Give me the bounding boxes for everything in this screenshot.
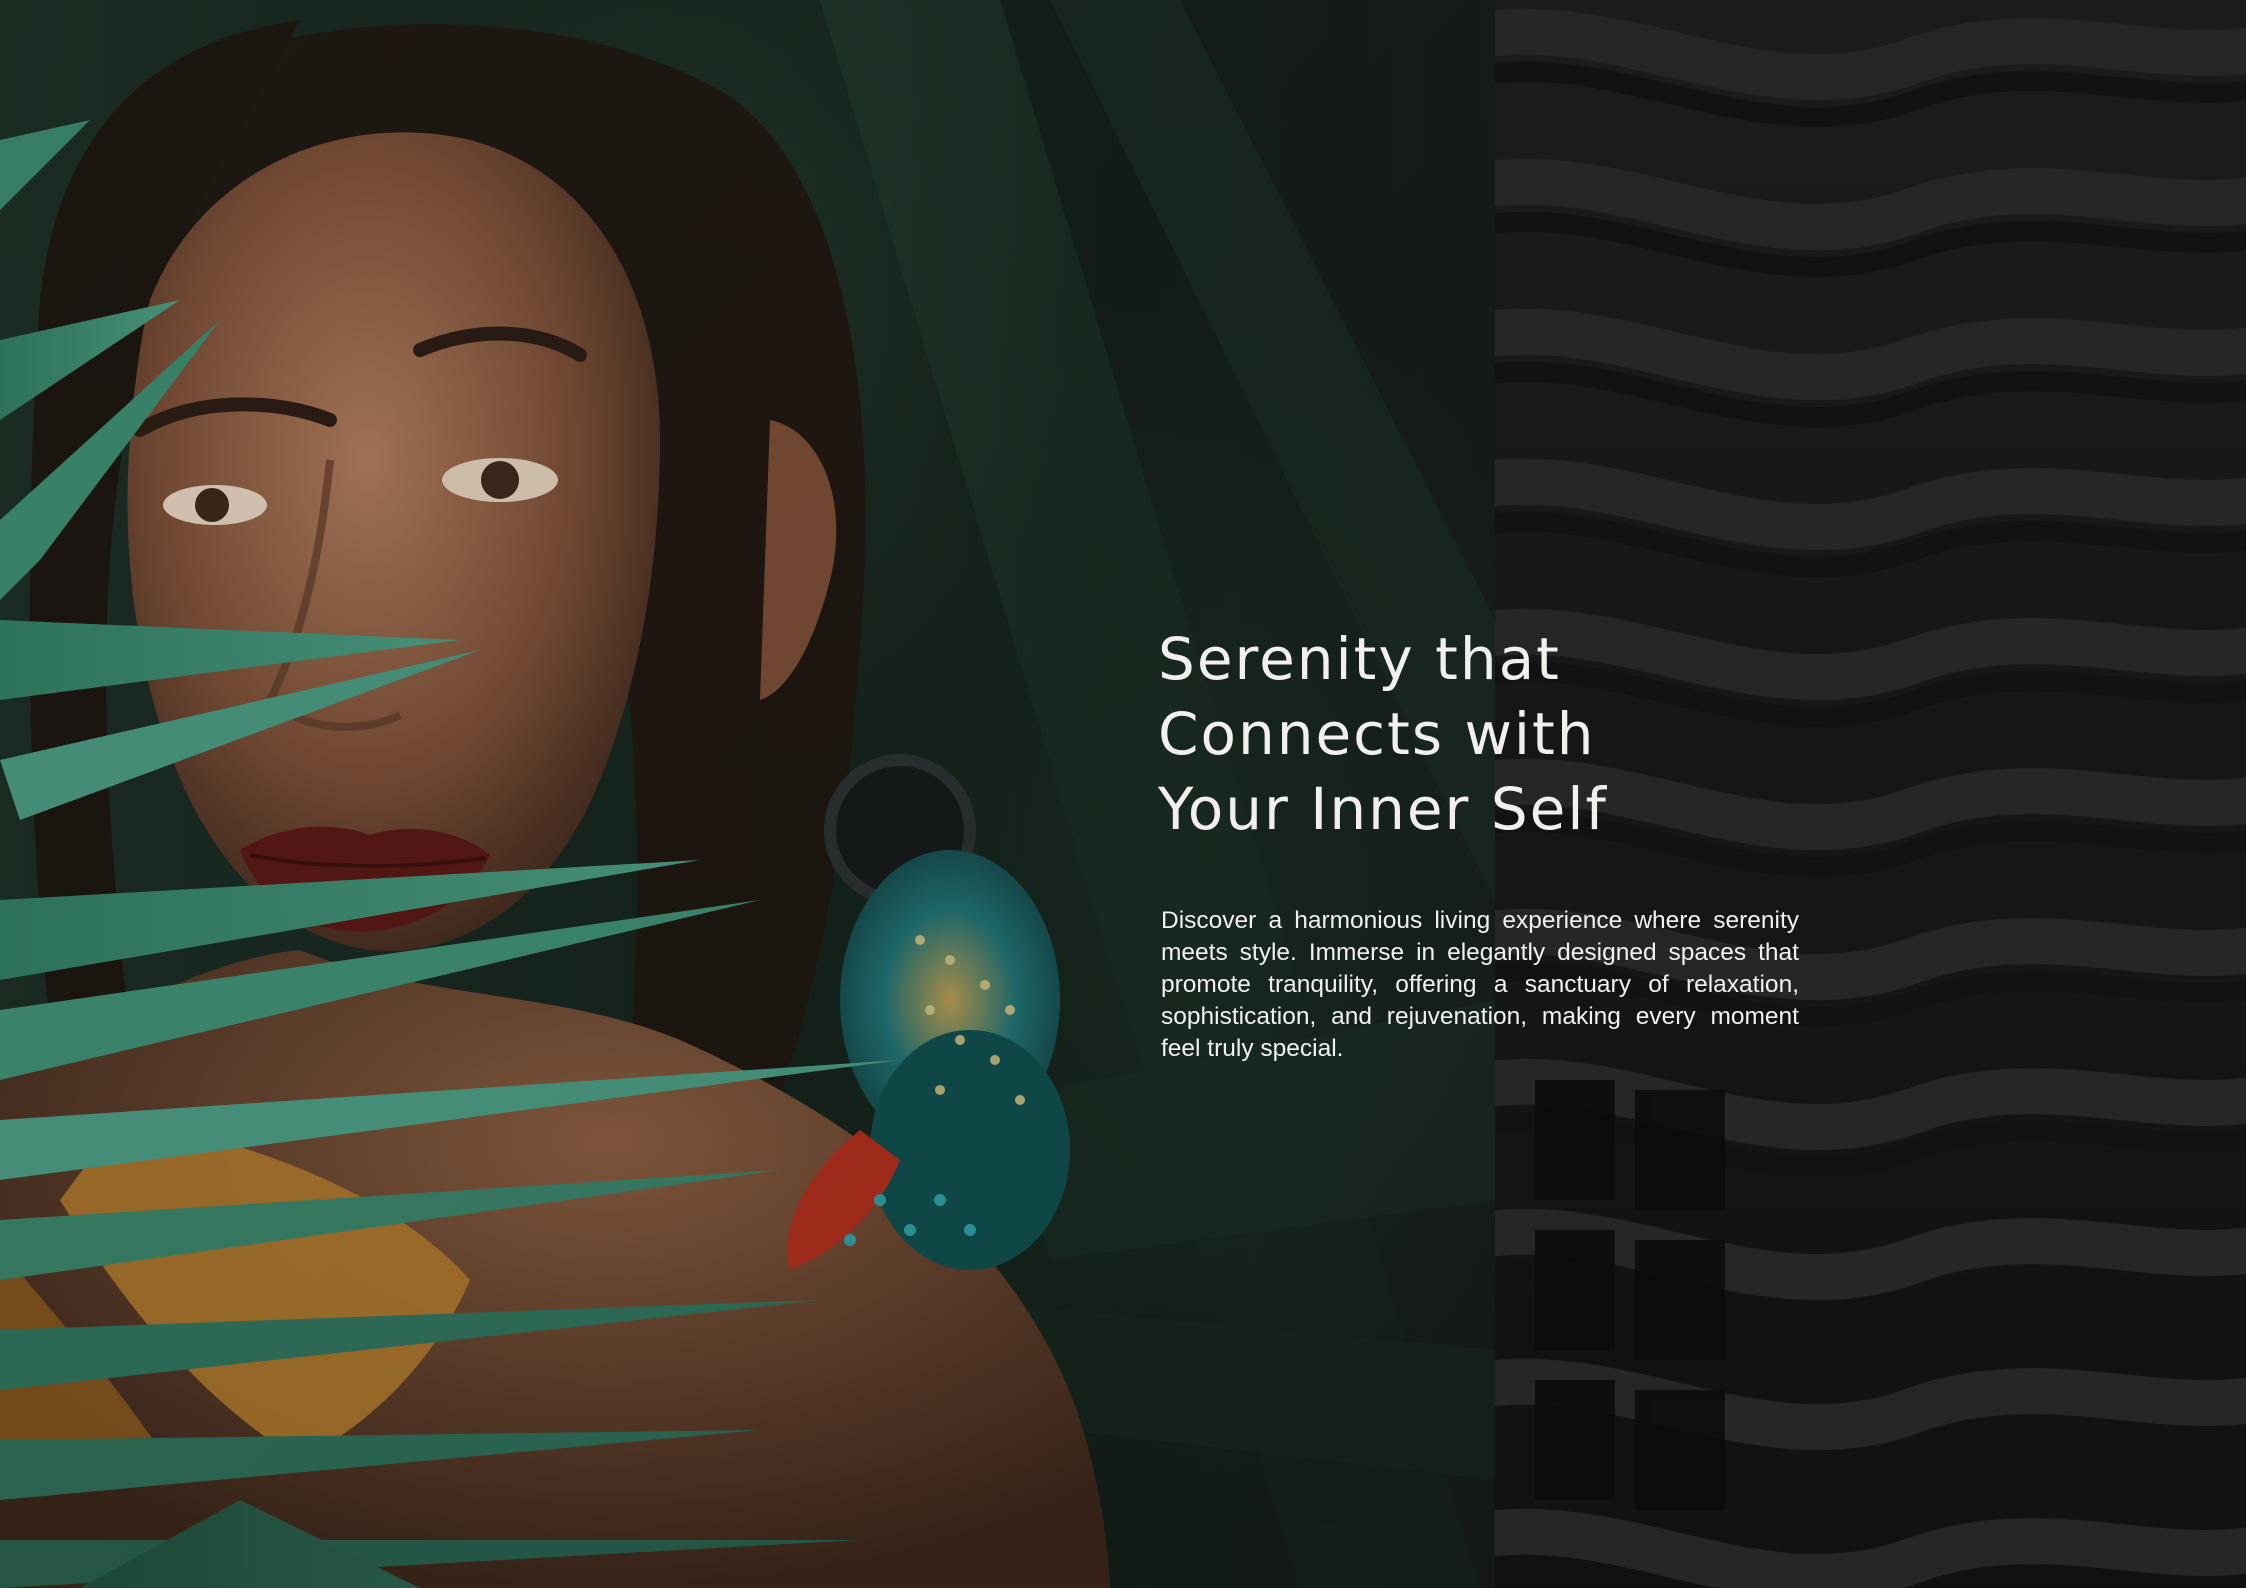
body-paragraph: Discover a harmonious living experience … — [1161, 907, 1799, 1062]
headline-line-2: Connects with — [1158, 700, 1596, 768]
headline-line-3: Your Inner Self — [1158, 775, 1608, 843]
headline: Serenity that Connects with Your Inner S… — [1158, 622, 1678, 847]
spread-page: Serenity that Connects with Your Inner S… — [0, 0, 2246, 1588]
headline-line-1: Serenity that — [1158, 625, 1561, 693]
